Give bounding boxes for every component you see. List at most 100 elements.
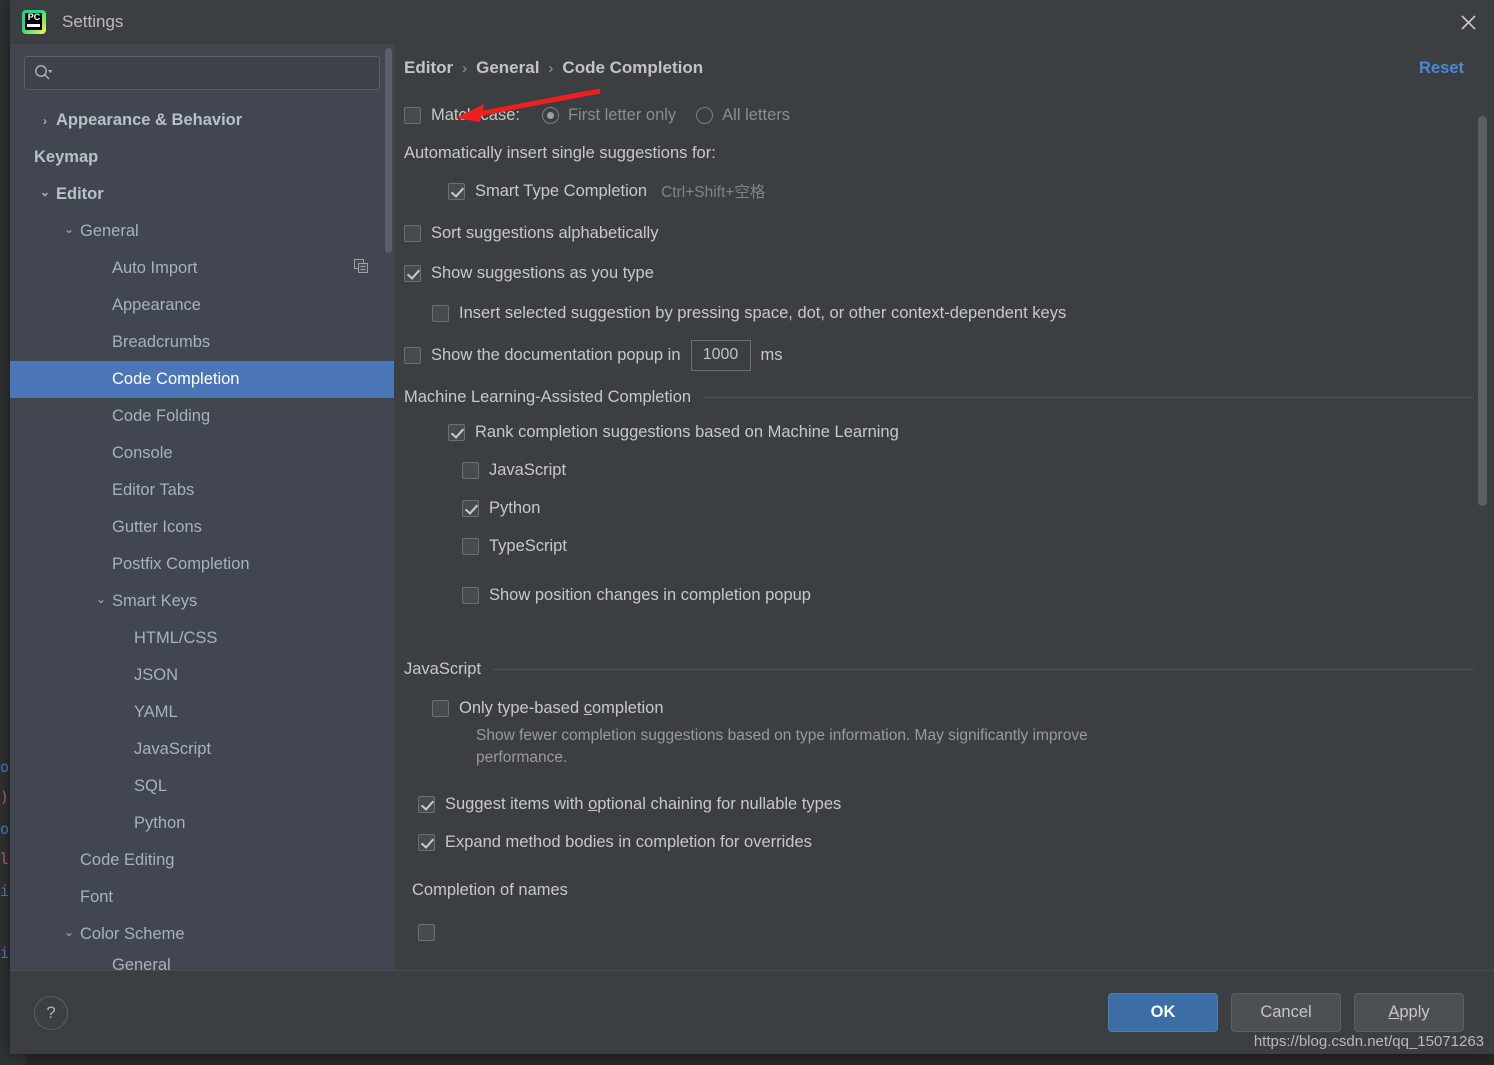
section-divider (703, 397, 1474, 398)
sidebar-item-label: General (80, 222, 139, 240)
sidebar-item-label: General (112, 955, 171, 971)
sidebar-item-label: HTML/CSS (134, 629, 218, 647)
doc-popup-checkbox[interactable] (404, 346, 421, 364)
ml-show-position-row: Show position changes in completion popu… (462, 578, 1474, 612)
sidebar-item-code-completion[interactable]: Code Completion (10, 361, 394, 398)
sidebar-item-label: Editor Tabs (112, 481, 195, 499)
sort-alphabetically-checkbox[interactable] (404, 224, 421, 242)
bg-code-fragment: ) (0, 788, 10, 806)
breadcrumb-item-general[interactable]: General (476, 58, 539, 78)
pycharm-logo-text: PC (27, 12, 41, 22)
reset-link[interactable]: Reset (1419, 59, 1464, 78)
sidebar-item-label: Python (134, 814, 186, 832)
auto-insert-header-row: Automatically insert single suggestions … (404, 138, 1474, 168)
sidebar-item-html-css[interactable]: HTML/CSS (10, 620, 394, 657)
completion-of-names-label: Completion of names (412, 881, 568, 900)
chevron-down-icon[interactable]: ⌄ (58, 925, 80, 939)
sidebar-item-color-scheme[interactable]: ⌄ Color Scheme (10, 916, 394, 953)
ml-rank-checkbox[interactable] (448, 423, 465, 441)
js-expand-method-label: Expand method bodies in completion for o… (445, 833, 812, 852)
sidebar-item-json[interactable]: JSON (10, 657, 394, 694)
sidebar-item-yaml[interactable]: YAML (10, 694, 394, 731)
sidebar-item-code-editing[interactable]: Code Editing (10, 842, 394, 879)
search-icon (33, 63, 53, 83)
ok-button[interactable]: OK (1108, 993, 1218, 1032)
auto-insert-header: Automatically insert single suggestions … (404, 143, 716, 162)
sidebar-item-breadcrumbs[interactable]: Breadcrumbs (10, 324, 394, 361)
ml-lang-javascript-checkbox[interactable] (462, 461, 479, 479)
show-suggestions-row: Show suggestions as you type (404, 256, 1474, 290)
ml-section-title: Machine Learning-Assisted Completion (404, 388, 692, 406)
sidebar-item-general[interactable]: ⌄ General (10, 213, 394, 250)
close-icon[interactable] (1442, 0, 1494, 44)
sidebar-item-auto-import[interactable]: Auto Import (10, 250, 394, 287)
radio-all-letters[interactable] (696, 106, 714, 124)
sidebar-item-label: Code Folding (112, 407, 211, 425)
search-box[interactable] (24, 56, 380, 90)
sidebar-item-label: Auto Import (112, 259, 198, 277)
bg-code-fragment: o (0, 820, 10, 838)
smart-type-completion-checkbox[interactable] (448, 182, 465, 200)
sidebar-item-appearance[interactable]: Appearance (10, 287, 394, 324)
js-only-type-based-checkbox[interactable] (432, 699, 449, 717)
sidebar-item-label: Keymap (34, 148, 99, 166)
doc-popup-delay-input[interactable]: 1000 (690, 339, 751, 371)
cut-off-checkbox[interactable] (418, 924, 435, 942)
sidebar-item-editor-tabs[interactable]: Editor Tabs (10, 472, 394, 509)
sidebar-item-label: Gutter Icons (112, 518, 202, 536)
sidebar-item-appearance-behavior[interactable]: › Appearance & Behavior (10, 102, 394, 139)
smart-type-completion-shortcut: Ctrl+Shift+空格 (661, 184, 766, 201)
sidebar-item-label: YAML (134, 703, 178, 721)
match-case-checkbox[interactable] (404, 106, 421, 124)
sidebar-item-smart-keys[interactable]: ⌄ Smart Keys (10, 583, 394, 620)
help-icon[interactable]: ? (34, 995, 68, 1030)
sidebar-item-python[interactable]: Python (10, 805, 394, 842)
cut-off-row (418, 916, 1474, 950)
ml-rank-label: Rank completion suggestions based on Mac… (475, 422, 899, 441)
sidebar-item-label: Editor (56, 185, 104, 203)
ml-show-position-checkbox[interactable] (462, 586, 479, 604)
radio-first-letter-only[interactable] (541, 106, 559, 124)
insert-selected-label: Insert selected suggestion by pressing s… (459, 303, 1067, 322)
js-optional-chaining-checkbox[interactable] (418, 796, 435, 814)
sidebar-item-font[interactable]: Font (10, 879, 394, 916)
sidebar-item-sql[interactable]: SQL (10, 768, 394, 805)
chevron-down-icon[interactable]: ⌄ (34, 185, 56, 199)
ml-lang-typescript-checkbox[interactable] (462, 537, 479, 555)
ml-lang-python-checkbox[interactable] (462, 499, 479, 517)
settings-content: Match case: First letter only All letter… (394, 90, 1494, 970)
sidebar-item-editor[interactable]: ⌄ Editor (10, 176, 394, 213)
chevron-down-icon[interactable]: ⌄ (90, 592, 112, 606)
sidebar-item-gutter-icons[interactable]: Gutter Icons (10, 509, 394, 546)
main-scrollbar-thumb[interactable] (1478, 116, 1487, 506)
chevron-down-icon[interactable]: ⌄ (58, 222, 80, 236)
dialog-title: Settings (62, 12, 124, 31)
main-scrollbar-track[interactable] (1478, 92, 1491, 970)
dialog-body: › Appearance & Behavior Keymap ⌄ Editor ⌄ Gene… (10, 44, 1494, 970)
cancel-button[interactable]: Cancel (1231, 993, 1341, 1032)
sidebar-item-console[interactable]: Console (10, 435, 394, 472)
show-suggestions-label: Show suggestions as you type (431, 263, 654, 282)
js-expand-method-checkbox[interactable] (418, 834, 435, 852)
copy-icon[interactable] (354, 258, 369, 279)
doc-popup-unit: ms (760, 345, 783, 364)
apply-button[interactable]: Apply (1354, 993, 1464, 1032)
bg-code-fragment: i (0, 882, 10, 900)
breadcrumb-item-code-completion: Code Completion (562, 58, 704, 77)
match-case-label: Match case: (431, 105, 520, 124)
sidebar-item-label: Breadcrumbs (112, 333, 211, 351)
sidebar-item-javascript[interactable]: JavaScript (10, 731, 394, 768)
smart-type-completion-row: Smart Type Completion Ctrl+Shift+空格 (448, 174, 1474, 208)
breadcrumb-item-editor[interactable]: Editor (404, 58, 453, 78)
show-suggestions-checkbox[interactable] (404, 264, 421, 282)
insert-selected-checkbox[interactable] (432, 304, 449, 322)
chevron-right-icon[interactable]: › (34, 114, 56, 128)
sidebar-item-general[interactable]: General (10, 953, 394, 971)
ml-lang-javascript-label: JavaScript (489, 460, 567, 479)
sidebar-scrollbar[interactable] (385, 48, 392, 253)
sort-alphabetically-label: Sort suggestions alphabetically (431, 223, 659, 242)
sidebar-item-code-folding[interactable]: Code Folding (10, 398, 394, 435)
sidebar-item-keymap[interactable]: Keymap (10, 139, 394, 176)
search-input[interactable] (57, 65, 371, 81)
sidebar-item-postfix-completion[interactable]: Postfix Completion (10, 546, 394, 583)
